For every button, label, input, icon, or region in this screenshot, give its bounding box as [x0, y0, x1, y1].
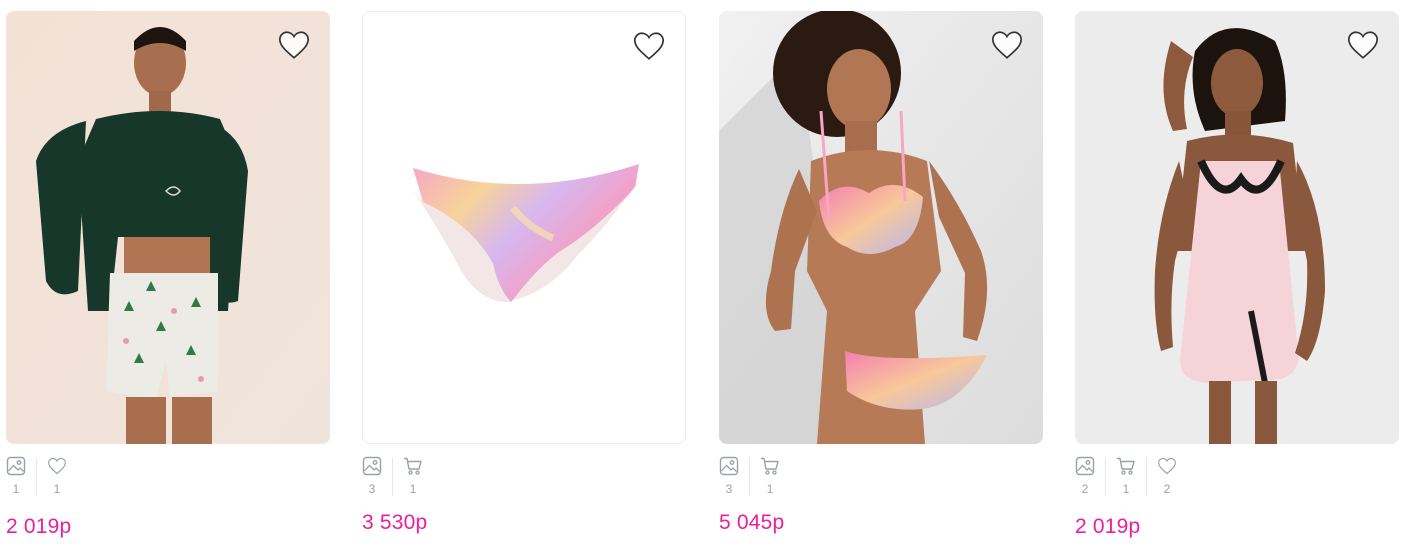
product-card[interactable]: 3 1 5 045р — [719, 11, 1043, 534]
product-image[interactable] — [719, 11, 1043, 444]
carts-stat[interactable]: 1 — [1116, 456, 1136, 496]
photos-count: 3 — [725, 482, 733, 496]
product-price: 2 019р — [1075, 515, 1141, 538]
product-price: 3 530р — [362, 511, 428, 534]
product-card[interactable]: 3 1 3 530р — [362, 11, 686, 534]
product-image[interactable] — [6, 11, 330, 444]
product-image[interactable] — [1075, 11, 1399, 444]
product-photo — [719, 11, 1043, 444]
carts-count: 1 — [409, 482, 417, 496]
product-photo — [363, 12, 685, 443]
image-icon — [6, 456, 26, 476]
photos-stat[interactable]: 3 — [719, 456, 739, 496]
divider — [1146, 458, 1147, 496]
product-photo — [6, 11, 330, 444]
heart-icon — [48, 457, 66, 475]
heart-outline-icon — [278, 31, 310, 59]
product-stats: 2 1 2 — [1075, 456, 1177, 500]
carts-count: 1 — [1122, 482, 1130, 496]
cart-icon — [1117, 457, 1135, 475]
divider — [749, 458, 750, 496]
product-card[interactable]: 2 1 2 2 019р — [1075, 11, 1399, 538]
photos-stat[interactable]: 2 — [1075, 456, 1095, 496]
favorite-button[interactable] — [276, 27, 312, 63]
image-icon — [362, 456, 382, 476]
product-photo — [1075, 11, 1399, 444]
product-image[interactable] — [362, 11, 686, 444]
likes-stat[interactable]: 2 — [1157, 456, 1177, 496]
favorite-button[interactable] — [631, 28, 667, 64]
cart-icon — [761, 457, 779, 475]
carts-stat[interactable]: 1 — [760, 456, 780, 496]
heart-outline-icon — [991, 31, 1023, 59]
product-stats: 3 1 — [719, 456, 780, 500]
photos-count: 3 — [368, 482, 376, 496]
likes-count: 1 — [53, 482, 61, 496]
image-icon — [1075, 456, 1095, 476]
carts-stat[interactable]: 1 — [403, 456, 423, 496]
carts-count: 1 — [766, 482, 774, 496]
divider — [392, 458, 393, 496]
heart-icon — [1158, 457, 1176, 475]
product-price: 5 045р — [719, 511, 785, 534]
image-icon — [719, 456, 739, 476]
likes-stat[interactable]: 1 — [47, 456, 67, 496]
favorite-button[interactable] — [989, 27, 1025, 63]
photos-stat[interactable]: 1 — [6, 456, 26, 496]
photos-count: 2 — [1081, 482, 1089, 496]
cart-icon — [404, 457, 422, 475]
divider — [1105, 458, 1106, 496]
photos-count: 1 — [12, 482, 20, 496]
product-stats: 1 1 — [6, 456, 67, 500]
heart-outline-icon — [633, 32, 665, 60]
product-price: 2 019р — [6, 515, 72, 538]
product-card[interactable]: 1 1 2 019р — [6, 11, 330, 538]
likes-count: 2 — [1163, 482, 1171, 496]
divider — [36, 458, 37, 496]
heart-outline-icon — [1347, 31, 1379, 59]
photos-stat[interactable]: 3 — [362, 456, 382, 496]
product-stats: 3 1 — [362, 456, 423, 500]
favorite-button[interactable] — [1345, 27, 1381, 63]
